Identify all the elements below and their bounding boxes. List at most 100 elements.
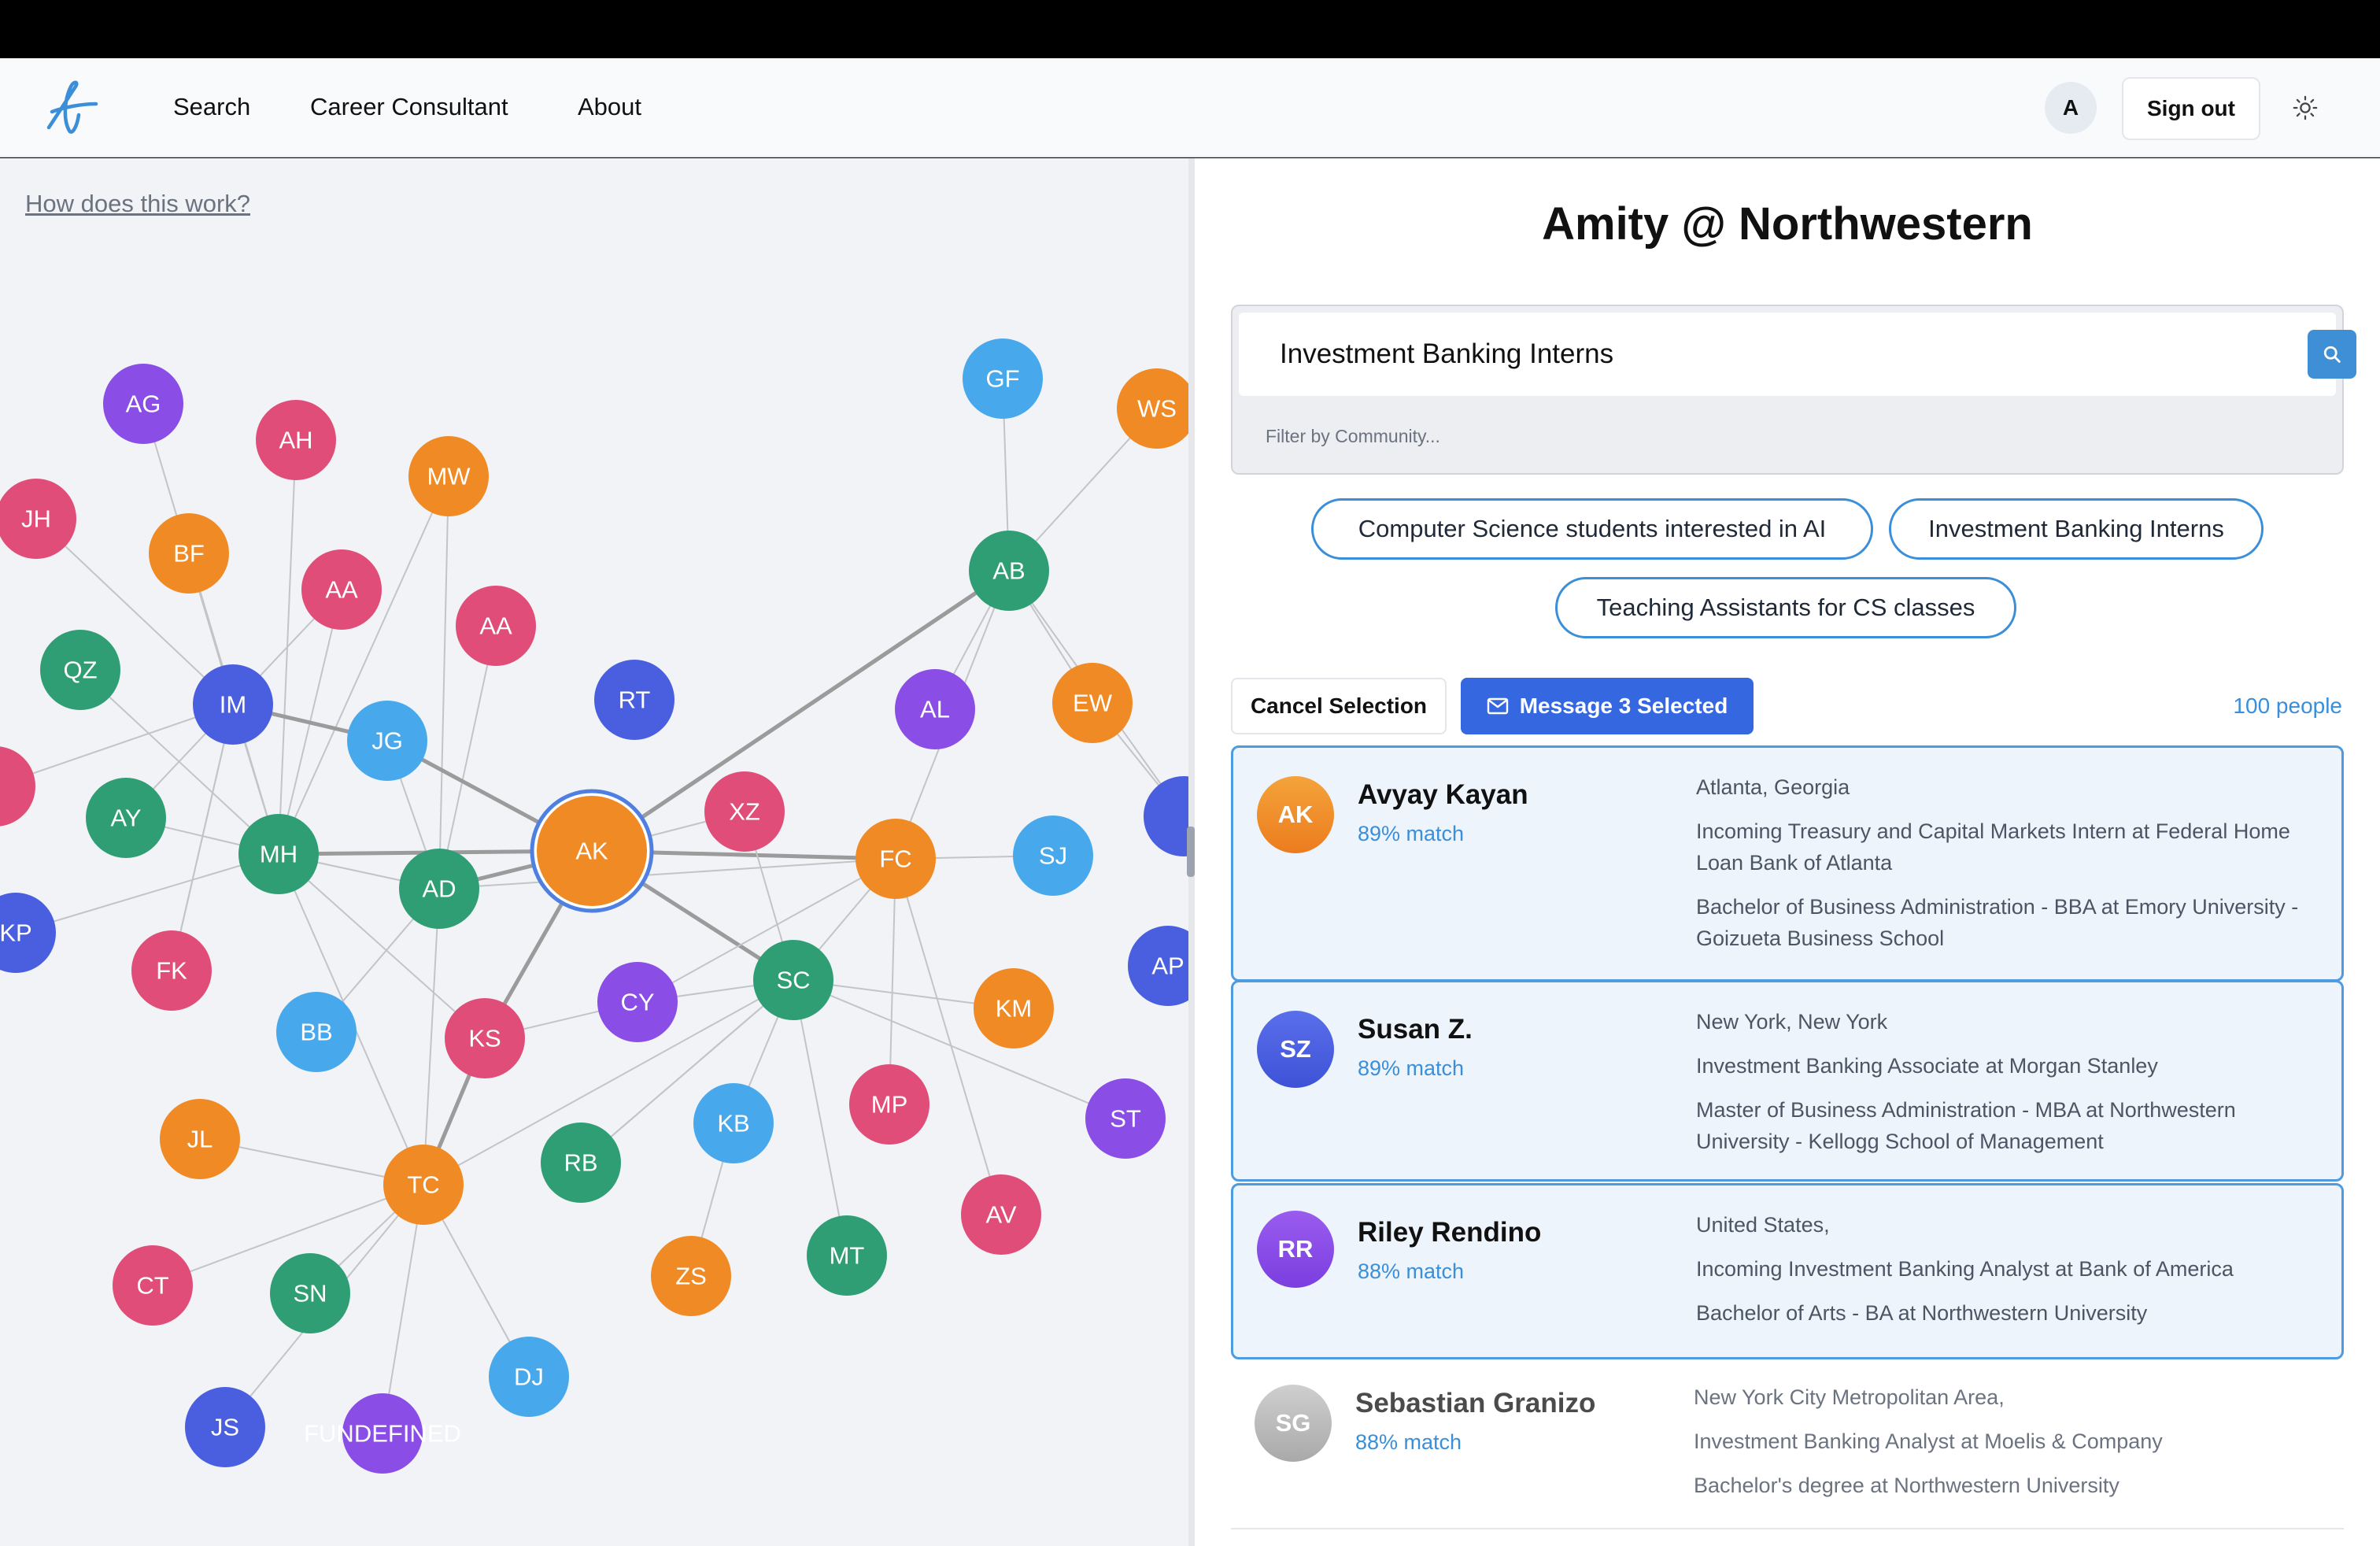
graph-node[interactable]: CT [113,1245,193,1326]
amity-logo-icon[interactable] [38,76,104,142]
avatar: AK [1257,776,1334,853]
graph-node[interactable]: AA [301,549,382,630]
graph-node[interactable]: XZ [704,771,785,852]
graph-node[interactable]: AG [103,364,183,444]
person-education: Bachelor's degree at Northwestern Univer… [1694,1474,2119,1497]
cancel-selection-button[interactable]: Cancel Selection [1231,678,1447,734]
graph-node[interactable]: KP [0,893,56,973]
graph-node[interactable]: IM [193,664,273,745]
graph-node[interactable] [0,746,35,827]
graph-node[interactable]: AY [86,778,166,858]
graph-node[interactable]: TC [383,1145,464,1225]
graph-node[interactable]: MH [238,814,319,894]
graph-node[interactable]: AK [530,789,654,913]
network-graph[interactable]: AG AH MW JH BF AA AA QZ IM JG RT AY MH AD AK XZ FC SJ KP FK… [0,158,1188,1546]
person-name: Susan Z. [1358,1014,1473,1045]
graph-node[interactable]: FC [856,819,936,899]
graph-node-label: SC [776,967,810,994]
graph-node[interactable]: AB [969,531,1049,611]
search-button[interactable] [2308,330,2356,379]
graph-node[interactable]: KB [693,1083,774,1163]
graph-node-label: EW [1073,690,1113,717]
graph-node[interactable]: AV [961,1174,1041,1255]
graph-node[interactable]: EW [1052,663,1133,743]
panel-resize-handle[interactable] [1187,827,1195,877]
network-graph-panel: AG AH MW JH BF AA AA QZ IM JG RT AY MH AD AK XZ FC SJ KP FK… [0,158,1188,1546]
graph-node[interactable]: DJ [489,1337,569,1417]
match-score: 88% match [1355,1430,1462,1454]
page-title: Amity @ Northwestern [1542,198,2033,250]
result-card[interactable]: AK Avyay Kayan 89% match Atlanta, Georgi… [1231,745,2344,982]
graph-node[interactable]: MT [807,1215,887,1296]
graph-node[interactable]: RT [594,660,674,740]
graph-node[interactable]: SN [270,1253,350,1333]
graph-node[interactable]: BF [149,513,229,594]
graph-node[interactable]: JS [185,1387,265,1467]
graph-node[interactable]: JG [347,701,427,781]
result-card[interactable]: SZ Susan Z. 89% match New York, New York… [1231,980,2344,1182]
graph-node[interactable]: AL [895,669,975,749]
graph-node[interactable]: AH [256,400,336,480]
graph-node[interactable]: AP [1128,926,1188,1006]
graph-node[interactable]: SJ [1013,816,1093,896]
graph-node[interactable]: CY [597,962,678,1042]
graph-node-label: AY [110,804,141,832]
nav-link-about[interactable]: About [578,93,641,121]
mail-icon [1487,697,1508,715]
graph-node-label: AB [992,557,1025,585]
graph-node-label: KM [996,995,1033,1023]
suggestion-chip-ib-interns[interactable]: Investment Banking Interns [1889,498,2264,560]
graph-node-label: AG [126,390,161,418]
graph-node[interactable]: AD [399,849,479,929]
graph-node[interactable]: MP [849,1064,929,1145]
graph-node-label: JG [371,727,403,755]
graph-node[interactable]: KS [445,998,525,1078]
graph-node-label: GF [985,365,1019,393]
result-card[interactable]: RR Riley Rendino 88% match United States… [1231,1183,2344,1359]
suggestion-chip-cs-tas[interactable]: Teaching Assistants for CS classes [1555,577,2016,638]
graph-node[interactable]: ST [1085,1078,1166,1159]
search-input[interactable] [1239,313,2336,396]
nav-link-career-consultant[interactable]: Career Consultant [310,93,508,121]
graph-node[interactable]: AA [456,586,536,666]
graph-node[interactable]: GF [963,338,1043,419]
graph-node[interactable]: FUNDEFINED [304,1393,461,1474]
user-avatar[interactable]: A [2045,82,2097,134]
graph-node[interactable]: RB [541,1123,621,1203]
nav-link-search[interactable]: Search [173,93,250,121]
graph-node-label: AA [479,612,512,640]
graph-node[interactable]: ZS [651,1236,731,1316]
graph-node-label: AL [920,696,950,723]
graph-node-circle [0,746,35,827]
message-selected-button[interactable]: Message 3 Selected [1461,678,1754,734]
graph-node[interactable]: SC [753,940,833,1020]
result-card[interactable]: SG Sebastian Granizo 88% match New York … [1231,1361,2344,1529]
graph-node[interactable]: MW [408,436,489,516]
graph-node[interactable]: KM [974,968,1054,1049]
match-score: 89% match [1358,1056,1465,1080]
graph-node-label: KB [717,1110,749,1137]
graph-node-label: AD [422,875,456,903]
graph-node[interactable]: BB [276,992,357,1072]
graph-node-label: AV [985,1201,1016,1229]
graph-node-label: KS [468,1025,501,1052]
how-does-this-work-link[interactable]: How does this work? [25,190,250,218]
graph-node[interactable]: QZ [40,630,120,710]
match-score: 89% match [1358,822,1465,845]
graph-node-label: ST [1110,1105,1141,1133]
people-count: 100 people [2233,693,2342,718]
person-education: Master of Business Administration - MBA … [1696,1098,2236,1153]
theme-toggle-button[interactable] [2286,88,2325,128]
graph-node-label: RT [619,686,651,714]
suggestion-chip-cs-ai[interactable]: Computer Science students interested in … [1311,498,1873,560]
graph-node[interactable] [1144,776,1188,856]
graph-node[interactable]: WS [1117,368,1188,449]
graph-node[interactable]: JL [160,1099,240,1179]
graph-node-circle [1144,776,1188,856]
sign-out-button[interactable]: Sign out [2122,77,2260,140]
graph-node[interactable]: FK [131,930,212,1011]
avatar: SZ [1257,1011,1334,1088]
community-filter[interactable]: Filter by Community... [1266,426,1440,447]
graph-node-label: QZ [63,656,97,684]
graph-node-label: KP [0,919,32,947]
